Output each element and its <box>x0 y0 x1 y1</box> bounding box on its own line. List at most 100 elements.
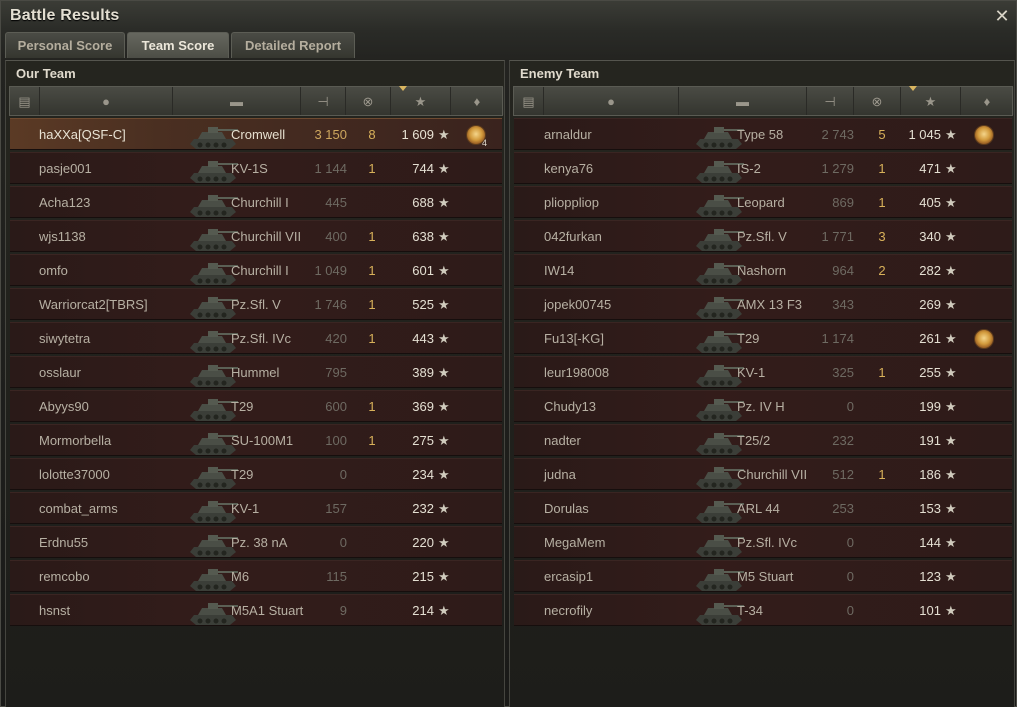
xp-value: 144 <box>919 535 941 550</box>
xp-value: 214 <box>412 603 434 618</box>
xp-value: 601 <box>412 263 434 278</box>
our-header-damage[interactable]: ⊣ <box>301 87 346 115</box>
xp-value: 471 <box>919 161 941 176</box>
medal-icon[interactable] <box>974 125 994 145</box>
player-row[interactable]: lolotte37000 T29 0 234 ★ <box>10 458 502 490</box>
xp-value: 275 <box>412 433 434 448</box>
player-row[interactable]: haXXa[QSF-C] Cromwell 3 150 8 1 609 ★ 4 <box>10 118 502 150</box>
player-row[interactable]: Fu13[-KG] T29 1 174 261 ★ <box>514 322 1012 354</box>
tank-name: Pz. IV H <box>737 399 785 414</box>
player-row[interactable]: judna Churchill VII 512 1 186 ★ <box>514 458 1012 490</box>
our-header-kills[interactable]: ⊗ <box>346 87 391 115</box>
player-row[interactable]: IW14 Nashorn 964 2 282 ★ <box>514 254 1012 286</box>
window-title: Battle Results <box>10 7 120 24</box>
player-name: Dorulas <box>544 501 589 516</box>
close-icon[interactable]: ✕ <box>992 6 1012 26</box>
player-name: Warriorcat2[TBRS] <box>39 297 148 312</box>
damage-value: 795 <box>325 365 347 380</box>
player-row[interactable]: kenya76 IS-2 1 279 1 471 ★ <box>514 152 1012 184</box>
star-icon: ★ <box>438 433 450 448</box>
player-row[interactable]: jopek00745 AMX 13 F3 343 269 ★ <box>514 288 1012 320</box>
star-icon: ★ <box>945 501 957 516</box>
tab-detailed-report[interactable]: Detailed Report <box>231 32 355 58</box>
player-row[interactable]: plioppliop Leopard 869 1 405 ★ <box>514 186 1012 218</box>
xp-value: 215 <box>412 569 434 584</box>
enemy-header-squad[interactable]: ▤ <box>514 87 544 115</box>
player-row[interactable]: siwytetra Pz.Sfl. IVc 420 1 443 ★ <box>10 322 502 354</box>
our-header-squad[interactable]: ▤ <box>10 87 40 115</box>
player-row[interactable]: Chudy13 Pz. IV H 0 199 ★ <box>514 390 1012 422</box>
damage-icon: ⊣ <box>824 93 836 109</box>
star-icon: ★ <box>945 399 957 414</box>
enemy-header-xp-star[interactable]: ★ <box>901 86 961 115</box>
star-icon: ★ <box>945 365 957 380</box>
player-row[interactable]: hsnst M5A1 Stuart 9 214 ★ <box>10 594 502 626</box>
star-icon: ★ <box>438 569 450 584</box>
damage-value: 3 150 <box>314 127 347 142</box>
tank-name: T25/2 <box>737 433 771 448</box>
our-team-panel: Our Team ▤ ● ▬ ⊣ ⊗ ★ ♦ haXXa[QSF-C] Cromwell 3 1… <box>5 60 505 707</box>
star-icon: ★ <box>438 501 450 516</box>
player-name: nadter <box>544 433 581 448</box>
player-row[interactable]: leur198008 KV-1 325 1 255 ★ <box>514 356 1012 388</box>
xp-star-icon: ★ <box>414 93 427 109</box>
player-row[interactable]: 042furkan Pz.Sfl. V 1 771 3 340 ★ <box>514 220 1012 252</box>
player-row[interactable]: MegaMem Pz.Sfl. IVc 0 144 ★ <box>514 526 1012 558</box>
player-row[interactable]: pasje001 KV-1S 1 144 1 744 ★ <box>10 152 502 184</box>
player-row[interactable]: Abyys90 T29 600 1 369 ★ <box>10 390 502 422</box>
xp-value: 191 <box>919 433 941 448</box>
kills-value: 2 <box>878 263 886 278</box>
player-row[interactable]: remcobo M6 115 215 ★ <box>10 560 502 592</box>
xp-value: 525 <box>412 297 434 312</box>
player-row[interactable]: combat_arms KV-1 157 232 ★ <box>10 492 502 524</box>
tank-name: KV-1S <box>231 161 268 176</box>
tank-name: Pz.Sfl. V <box>231 297 281 312</box>
enemy-team-column-header: ▤ ● ▬ ⊣ ⊗ ★ ♦ <box>513 86 1014 116</box>
our-header-medal[interactable]: ♦ <box>451 87 504 115</box>
player-name: IW14 <box>544 263 575 278</box>
xp-value: 153 <box>919 501 941 516</box>
tank-name: T-34 <box>737 603 764 618</box>
player-row[interactable]: Warriorcat2[TBRS] Pz.Sfl. V 1 746 1 525 ★ <box>10 288 502 320</box>
player-row[interactable]: wjs1138 Churchill VII 400 1 638 ★ <box>10 220 502 252</box>
player-row[interactable]: nadter T25/2 232 191 ★ <box>514 424 1012 456</box>
tab-personal-score[interactable]: Personal Score <box>5 32 125 58</box>
player-row[interactable]: Erdnu55 Pz. 38 nA 0 220 ★ <box>10 526 502 558</box>
enemy-header-player[interactable]: ● <box>544 87 679 115</box>
player-name: arnaldur <box>544 127 592 142</box>
player-row[interactable]: ercasip1 M5 Stuart 0 123 ★ <box>514 560 1012 592</box>
player-row[interactable]: Acha123 Churchill I 445 688 ★ <box>10 186 502 218</box>
battle-results-window: Battle Results ✕ Personal Score Team Sco… <box>0 0 1017 707</box>
player-row[interactable]: omfo Churchill I 1 049 1 601 ★ <box>10 254 502 286</box>
medal-count: 4 <box>482 138 488 148</box>
tank-name: Hummel <box>231 365 280 380</box>
our-header-tank[interactable]: ▬ <box>173 87 301 115</box>
player-row[interactable]: necrofily T-34 0 101 ★ <box>514 594 1012 626</box>
tank-name: AMX 13 F3 <box>737 297 803 312</box>
our-header-player[interactable]: ● <box>40 87 173 115</box>
enemy-team-list: arnaldur Type 58 2 743 5 1 045 ★ kenya76 IS-2 1 … <box>514 118 1012 628</box>
xp-value: 199 <box>919 399 941 414</box>
tank-name: Pz.Sfl. IVc <box>737 535 797 550</box>
star-icon: ★ <box>945 297 957 312</box>
star-icon: ★ <box>945 535 957 550</box>
player-row[interactable]: osslaur Hummel 795 389 ★ <box>10 356 502 388</box>
player-row[interactable]: Mormorbella SU-100M1 100 1 275 ★ <box>10 424 502 456</box>
enemy-header-tank[interactable]: ▬ <box>679 87 807 115</box>
tab-team-score[interactable]: Team Score <box>127 32 229 58</box>
our-header-xp-star[interactable]: ★ <box>391 86 451 115</box>
sort-desc-icon <box>909 86 917 91</box>
damage-value: 1 746 <box>314 297 347 312</box>
xp-value: 688 <box>412 195 434 210</box>
kills-value: 1 <box>368 331 376 346</box>
medal-icon[interactable] <box>974 329 994 349</box>
player-row[interactable]: arnaldur Type 58 2 743 5 1 045 ★ <box>514 118 1012 150</box>
damage-value: 253 <box>832 501 854 516</box>
kills-value: 1 <box>368 433 376 448</box>
xp-value: 123 <box>919 569 941 584</box>
sort-desc-icon <box>399 86 407 91</box>
player-row[interactable]: Dorulas ARL 44 253 153 ★ <box>514 492 1012 524</box>
enemy-header-medal[interactable]: ♦ <box>961 87 1014 115</box>
enemy-header-damage[interactable]: ⊣ <box>807 87 854 115</box>
enemy-header-kills[interactable]: ⊗ <box>854 87 901 115</box>
